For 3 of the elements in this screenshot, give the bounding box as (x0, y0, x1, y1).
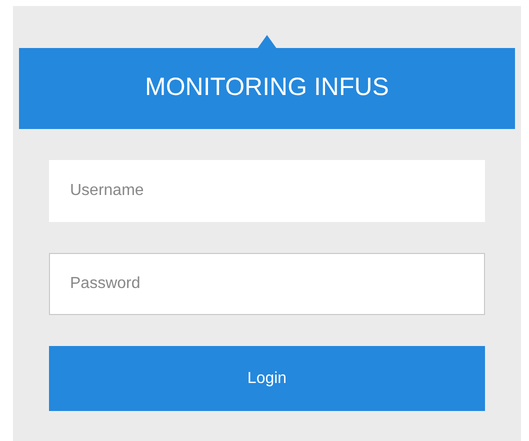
login-button[interactable]: Login (49, 346, 485, 411)
header-title: MONITORING INFUS (145, 72, 389, 104)
text-field[interactable]: Password (49, 253, 485, 315)
